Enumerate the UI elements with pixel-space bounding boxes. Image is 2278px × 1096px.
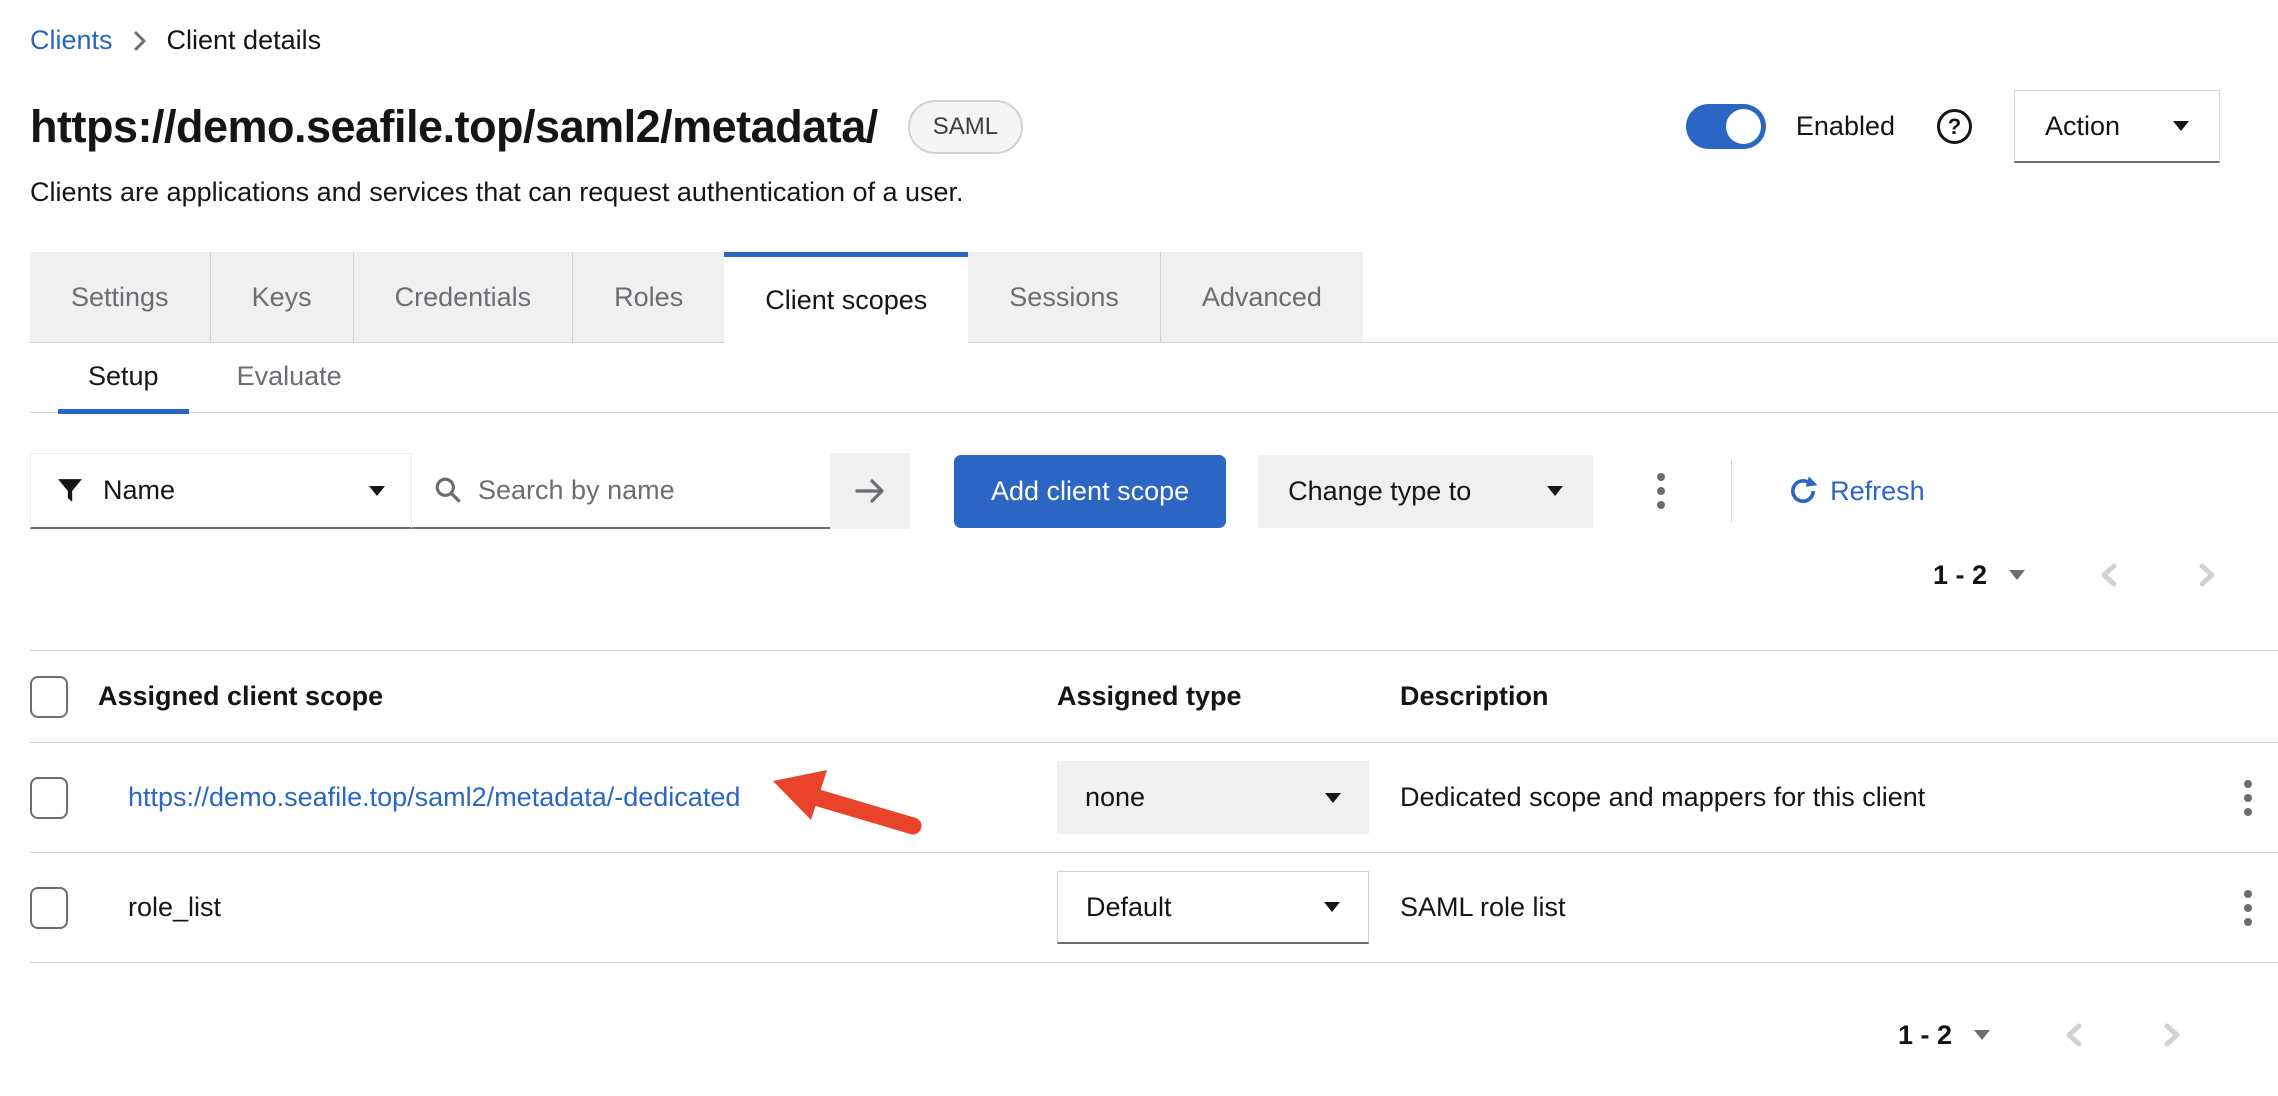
chevron-down-icon — [1324, 902, 1340, 912]
filter-type-label: Name — [103, 475, 175, 506]
search-input[interactable] — [478, 475, 808, 506]
scope-description: Dedicated scope and mappers for this cli… — [1400, 743, 2178, 853]
arrow-right-icon — [853, 476, 887, 506]
search-box — [412, 453, 830, 529]
pagination-top: 1 - 2 — [30, 555, 2278, 595]
breadcrumb: Clients Client details — [30, 25, 2278, 56]
column-header-assigned-client-scope: Assigned client scope — [98, 651, 1057, 743]
tab-sessions[interactable]: Sessions — [968, 252, 1160, 342]
row-checkbox[interactable] — [30, 887, 68, 929]
help-icon[interactable]: ? — [1937, 109, 1972, 144]
assigned-type-select[interactable]: Default — [1057, 871, 1369, 944]
pagination-menu-caret-icon[interactable] — [2009, 570, 2025, 580]
page-subtitle: Clients are applications and services th… — [30, 177, 2278, 208]
filter-icon — [57, 478, 83, 504]
enabled-toggle[interactable] — [1686, 104, 1766, 149]
pagination-next-button[interactable] — [2189, 555, 2225, 595]
assigned-type-value: Default — [1086, 892, 1172, 923]
column-header-description: Description — [1400, 651, 2178, 743]
assigned-type-select[interactable]: none — [1057, 761, 1369, 834]
toolbar: Name Add client scope Change type to — [30, 453, 2278, 529]
tab-client-scopes[interactable]: Client scopes — [724, 252, 968, 343]
refresh-link[interactable]: Refresh — [1788, 476, 1925, 507]
pagination-menu-caret-icon[interactable] — [1974, 1030, 1990, 1040]
client-scopes-table: Assigned client scope Assigned type Desc… — [30, 650, 2278, 963]
chevron-down-icon — [1547, 486, 1563, 496]
protocol-badge: SAML — [908, 100, 1023, 154]
breadcrumb-current: Client details — [167, 25, 322, 56]
main-tabs: Settings Keys Credentials Roles Client s… — [30, 252, 2278, 343]
kebab-icon — [2242, 778, 2254, 818]
assigned-type-value: none — [1085, 782, 1145, 813]
select-all-checkbox[interactable] — [30, 676, 68, 718]
tab-advanced[interactable]: Advanced — [1160, 252, 1363, 342]
row-kebab-button[interactable] — [2228, 770, 2268, 826]
table-row: role_list Default SAML role list — [30, 853, 2278, 963]
search-icon — [434, 476, 462, 504]
action-dropdown-label: Action — [2045, 111, 2120, 142]
table-header-row: Assigned client scope Assigned type Desc… — [30, 651, 2278, 743]
sub-tabs: Setup Evaluate — [30, 343, 2278, 413]
page-header: https://demo.seafile.top/saml2/metadata/… — [30, 90, 2278, 163]
pagination-prev-button[interactable] — [2056, 1015, 2092, 1055]
row-kebab-button[interactable] — [2228, 880, 2268, 936]
tab-settings[interactable]: Settings — [30, 252, 210, 342]
chevron-down-icon — [369, 486, 385, 496]
table-row: https://demo.seafile.top/saml2/metadata/… — [30, 743, 2278, 853]
chevron-right-icon — [2158, 1019, 2186, 1051]
scope-name: role_list — [128, 892, 221, 922]
pagination-bottom: 1 - 2 — [30, 1015, 2278, 1055]
change-type-label: Change type to — [1288, 476, 1471, 507]
tab-roles[interactable]: Roles — [572, 252, 724, 342]
pagination-prev-button[interactable] — [2091, 555, 2127, 595]
chevron-left-icon — [2095, 559, 2123, 591]
action-dropdown[interactable]: Action — [2014, 90, 2220, 163]
annotation-arrow-icon — [763, 767, 935, 852]
tab-credentials[interactable]: Credentials — [353, 252, 573, 342]
subtab-evaluate[interactable]: Evaluate — [207, 343, 372, 412]
client-details-page: Clients Client details https://demo.seaf… — [0, 0, 2278, 1096]
chevron-right-icon — [2193, 559, 2221, 591]
refresh-label: Refresh — [1830, 476, 1925, 507]
kebab-icon — [1655, 471, 1667, 511]
dedicated-scope-link[interactable]: https://demo.seafile.top/saml2/metadata/… — [128, 782, 740, 812]
enabled-label: Enabled — [1796, 111, 1895, 142]
toolbar-divider — [1731, 460, 1732, 522]
pagination-next-button[interactable] — [2154, 1015, 2190, 1055]
chevron-left-icon — [2060, 1019, 2088, 1051]
change-type-dropdown[interactable]: Change type to — [1258, 455, 1593, 528]
toolbar-kebab-button[interactable] — [1641, 463, 1681, 519]
search-submit-button[interactable] — [830, 453, 910, 529]
page-title: https://demo.seafile.top/saml2/metadata/ — [30, 101, 878, 153]
tab-keys[interactable]: Keys — [210, 252, 353, 342]
scope-description: SAML role list — [1400, 853, 2178, 963]
toggle-knob — [1726, 109, 1761, 144]
row-checkbox[interactable] — [30, 777, 68, 819]
chevron-down-icon — [1325, 793, 1341, 803]
add-client-scope-button[interactable]: Add client scope — [954, 455, 1226, 528]
kebab-icon — [2242, 888, 2254, 928]
breadcrumb-chevron-icon — [133, 30, 147, 52]
refresh-icon — [1788, 476, 1818, 506]
chevron-down-icon — [2173, 121, 2189, 131]
pagination-range: 1 - 2 — [1933, 560, 1987, 591]
column-header-assigned-type: Assigned type — [1057, 651, 1400, 743]
pagination-range: 1 - 2 — [1898, 1020, 1952, 1051]
breadcrumb-clients-link[interactable]: Clients — [30, 25, 113, 56]
subtab-setup[interactable]: Setup — [58, 343, 189, 412]
filter-type-select[interactable]: Name — [30, 453, 412, 529]
